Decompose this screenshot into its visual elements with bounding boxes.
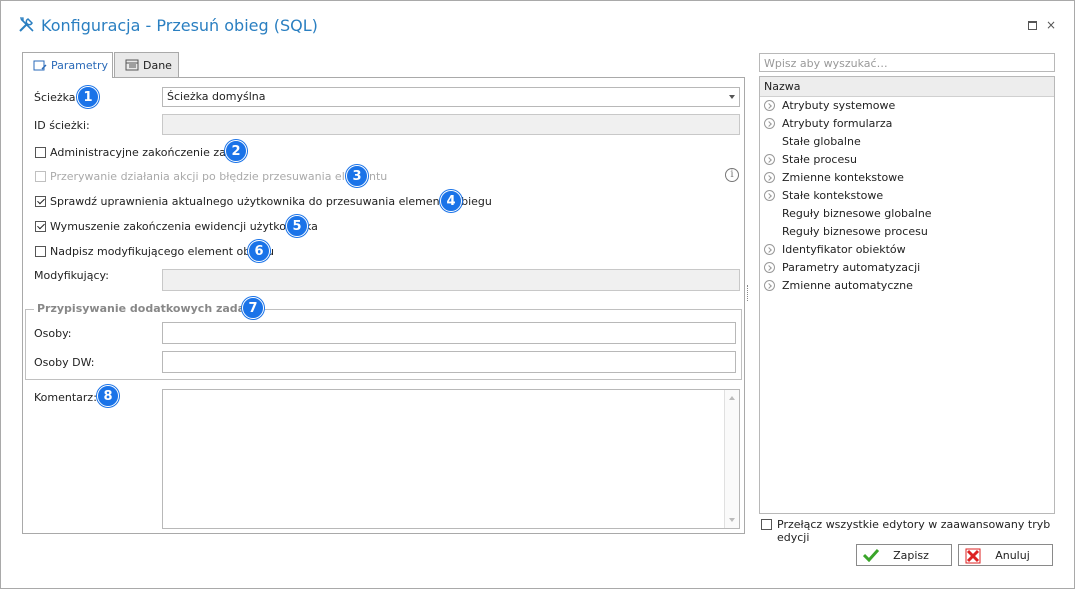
override-modifier-label: Nadpisz modyfikującego element obiegu (50, 245, 275, 258)
maximize-icon (1027, 21, 1037, 30)
check-permissions-checkbox[interactable] (35, 196, 46, 207)
expand-arrow-icon[interactable] (764, 190, 775, 201)
list-item-label: Atrybuty formularza (782, 117, 893, 130)
override-modifier-checkbox[interactable] (35, 246, 46, 257)
expand-arrow-icon[interactable] (764, 262, 775, 273)
admin-completion-checkbox[interactable] (35, 147, 46, 158)
tools-icon (19, 17, 34, 32)
persons-field[interactable] (162, 322, 736, 344)
variables-list: Nazwa Atrybuty systemowe Atrybuty formula… (759, 76, 1055, 514)
advanced-mode-label: Przełącz wszystkie edytory w zaawansowan… (777, 518, 1051, 544)
list-column-header[interactable]: Nazwa (760, 77, 1054, 97)
persons-cc-field[interactable] (162, 351, 736, 373)
cancel-button[interactable]: Anuluj (958, 544, 1053, 566)
list-item[interactable]: Atrybuty formularza (760, 115, 1054, 133)
list-item-label: Zmienne kontekstowe (782, 171, 904, 184)
callout-badge-2: 2 (225, 140, 247, 162)
list-item-label: Reguły biznesowe procesu (782, 225, 928, 238)
data-icon (125, 59, 139, 71)
modifier-label: Modyfikujący: (34, 269, 109, 282)
callout-badge-1: 1 (77, 86, 99, 108)
list-item-label: Stałe procesu (782, 153, 857, 166)
list-item[interactable]: Parametry automatyzacji (760, 259, 1054, 277)
tab-label: Parametry (51, 59, 108, 72)
callout-badge-4: 4 (440, 190, 462, 212)
list-item-label: Identyfikator obiektów (782, 243, 906, 256)
list-item[interactable]: Stałe globalne (760, 133, 1054, 151)
list-item[interactable]: Stałe kontekstowe (760, 187, 1054, 205)
save-button[interactable]: Zapisz (856, 544, 952, 566)
list-item-label: Reguły biznesowe globalne (782, 207, 932, 220)
cancel-button-label: Anuluj (995, 548, 1030, 562)
expand-arrow-icon[interactable] (764, 172, 775, 183)
check-permissions-label: Sprawdź uprawnienia aktualnego użytkowni… (50, 195, 492, 208)
additional-tasks-title: Przypisywanie dodatkowych zadań (34, 302, 256, 315)
chevron-down-icon (729, 95, 735, 99)
force-time-tracking-label: Wymuszenie zakończenia ewidencji użytkow… (50, 220, 318, 233)
expand-arrow-icon[interactable] (764, 244, 775, 255)
list-item-label: Zmienne automatyczne (782, 279, 913, 292)
list-item[interactable]: Zmienne automatyczne (760, 277, 1054, 295)
scroll-up-icon[interactable] (729, 396, 735, 400)
save-button-label: Zapisz (893, 548, 929, 562)
maximize-button[interactable] (1026, 19, 1038, 31)
tab-dane[interactable]: Dane (114, 52, 179, 77)
scroll-down-icon[interactable] (729, 518, 735, 522)
dialog-title: Konfiguracja - Przesuń obieg (SQL) (41, 16, 318, 35)
panel-splitter[interactable] (747, 285, 750, 301)
search-input[interactable]: Wpisz aby wyszukać… (759, 53, 1055, 72)
expand-arrow-icon[interactable] (764, 280, 775, 291)
comment-textarea[interactable] (162, 389, 740, 529)
advanced-mode-checkbox[interactable] (761, 519, 772, 530)
callout-badge-7: 7 (242, 297, 264, 319)
parameters-icon (33, 60, 47, 70)
callout-badge-3: 3 (346, 165, 368, 187)
list-item-label: Stałe kontekstowe (782, 189, 884, 202)
modifier-field (162, 269, 740, 291)
list-item-label: Stałe globalne (782, 135, 861, 148)
persons-label: Osoby: (34, 327, 72, 340)
list-item[interactable]: Atrybuty systemowe (760, 97, 1054, 115)
advanced-mode-row[interactable]: Przełącz wszystkie edytory w zaawansowan… (759, 517, 1055, 544)
list-item[interactable]: Zmienne kontekstowe (760, 169, 1054, 187)
list-item[interactable]: Reguły biznesowe globalne (760, 205, 1054, 223)
info-icon[interactable]: i (725, 168, 739, 182)
expand-arrow-icon[interactable] (764, 154, 775, 165)
tab-parametry[interactable]: Parametry (22, 52, 113, 78)
close-button[interactable]: × (1045, 19, 1057, 31)
persons-cc-label: Osoby DW: (34, 356, 95, 369)
path-id-label: ID ścieżki: (34, 119, 90, 132)
admin-completion-label: Administracyjne zakończenie zadań (50, 146, 247, 159)
path-select-value: Ścieżka domyślna (167, 90, 266, 103)
comment-scrollbar[interactable] (724, 390, 739, 528)
expand-arrow-icon[interactable] (764, 100, 775, 111)
list-item-label: Atrybuty systemowe (782, 99, 896, 112)
callout-badge-8: 8 (97, 385, 119, 407)
comment-label: Komentarz: (34, 391, 97, 404)
list-item[interactable]: Identyfikator obiektów (760, 241, 1054, 259)
interrupt-on-error-checkbox (35, 171, 46, 182)
tab-label: Dane (143, 58, 172, 72)
path-select[interactable]: Ścieżka domyślna (162, 87, 740, 107)
list-item-label: Parametry automatyzacji (782, 261, 921, 274)
path-label: Ścieżka: (34, 91, 80, 104)
callout-badge-5: 5 (286, 215, 308, 237)
list-item[interactable]: Stałe procesu (760, 151, 1054, 169)
force-time-tracking-checkbox[interactable] (35, 221, 46, 232)
path-id-field (162, 114, 740, 135)
callout-badge-6: 6 (248, 240, 270, 262)
variables-panel: Wpisz aby wyszukać… Nazwa Atrybuty syste… (759, 53, 1055, 544)
config-dialog: Konfiguracja - Przesuń obieg (SQL) × Par… (0, 0, 1075, 589)
list-item[interactable]: Reguły biznesowe procesu (760, 223, 1054, 241)
expand-arrow-icon[interactable] (764, 118, 775, 129)
interrupt-on-error-label: Przerywanie działania akcji po błędzie p… (50, 170, 388, 183)
